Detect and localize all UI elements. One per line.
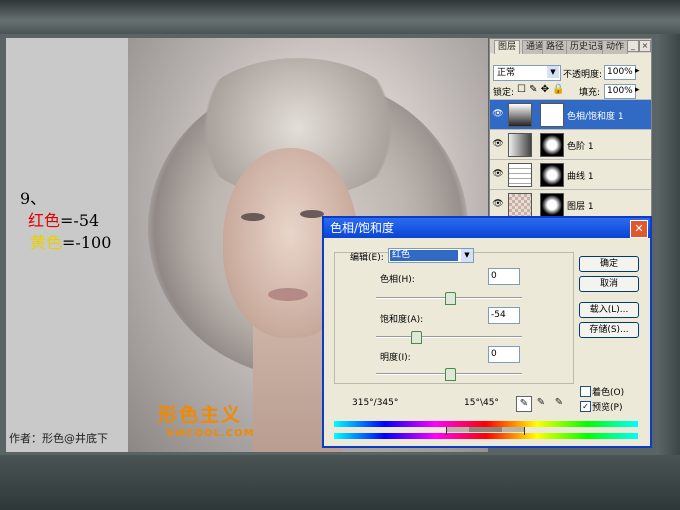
author-credit: 作者：形色@井底下 xyxy=(9,432,108,445)
saturation-input[interactable]: -54 xyxy=(488,307,520,324)
edit-label: 编辑(E): xyxy=(350,253,384,263)
close-icon[interactable]: ✕ xyxy=(630,220,648,238)
load-button[interactable]: 载入(L)... xyxy=(579,302,639,318)
lightness-input[interactable]: 0 xyxy=(488,346,520,363)
frame-top-bar xyxy=(0,0,680,34)
chevron-right-icon[interactable]: ▸ xyxy=(635,85,640,95)
step-number: 9、 xyxy=(20,189,47,208)
red-setting: 红色=-54 xyxy=(20,210,111,232)
frame-bottom-bar xyxy=(0,455,680,510)
fill-label: 填充: xyxy=(579,88,601,98)
range-left-readout: 315°/345° xyxy=(352,398,399,408)
adjustment-thumbnail xyxy=(508,103,532,127)
layer-row-levels[interactable]: 👁 色阶 1 xyxy=(490,129,651,160)
range-slider-center[interactable] xyxy=(469,427,502,432)
watermark-logo: 形色主义 xyxy=(158,404,243,426)
mask-thumbnail xyxy=(540,133,564,157)
opacity-label: 不透明度: xyxy=(563,70,603,80)
chevron-down-icon[interactable]: ▼ xyxy=(461,249,473,262)
lock-label: 锁定: xyxy=(493,88,515,98)
yellow-value: =-100 xyxy=(62,233,112,252)
left-eye-shape xyxy=(241,213,265,221)
dialog-title-bar: 色相/饱和度 xyxy=(324,218,650,238)
close-icon[interactable]: × xyxy=(639,40,651,52)
levels-thumbnail xyxy=(508,133,532,157)
layer-name: 图层 1 xyxy=(567,202,594,212)
dialog-title: 色相/饱和度 xyxy=(330,221,395,235)
range-slider-left-handle[interactable] xyxy=(446,427,447,435)
layer-name: 曲线 1 xyxy=(567,172,594,182)
lock-icons[interactable]: ☐ ✎ ✥ 🔒 xyxy=(517,84,565,95)
eye-icon[interactable]: 👁 xyxy=(492,109,504,119)
chevron-down-icon[interactable]: ▼ xyxy=(547,66,559,78)
hue-label: 色相(H): xyxy=(380,275,415,285)
layer-name: 色相/饱和度 1 xyxy=(567,112,624,122)
tab-layers[interactable]: 图层 xyxy=(494,40,521,54)
cancel-button[interactable]: 取消 xyxy=(579,276,639,292)
blend-mode-value: 正常 xyxy=(497,68,516,78)
preview-checkbox[interactable]: ✓ xyxy=(580,401,591,412)
eyedropper-plus-icon[interactable]: ✎ xyxy=(534,396,548,410)
curves-thumbnail xyxy=(508,163,532,187)
saturation-slider-thumb[interactable] xyxy=(411,331,422,344)
layer-row-hue-saturation[interactable]: 👁 色相/饱和度 1 xyxy=(490,99,651,130)
edit-value: 红色 xyxy=(390,250,458,261)
eye-icon[interactable]: 👁 xyxy=(492,139,504,149)
watermark-site: SWCOOL.COM xyxy=(166,428,255,439)
eyedropper-icon[interactable]: ✎ xyxy=(516,396,532,412)
layer-row-curves[interactable]: 👁 曲线 1 xyxy=(490,159,651,190)
edit-select[interactable]: 红色 ▼ xyxy=(388,248,474,263)
save-button[interactable]: 存储(S)... xyxy=(579,322,639,338)
lock-row: 锁定: ☐ ✎ ✥ 🔒 填充: 100% ▸ xyxy=(493,84,648,100)
mask-thumbnail xyxy=(540,163,564,187)
tab-paths[interactable]: 路径 xyxy=(542,40,569,54)
red-value: =-54 xyxy=(60,211,100,230)
yellow-setting: 黄色=-100 xyxy=(20,232,111,254)
eye-icon[interactable]: 👁 xyxy=(492,169,504,179)
range-right-readout: 15°\45° xyxy=(464,398,499,408)
colorize-label: 着色(O) xyxy=(592,388,625,398)
mask-thumbnail xyxy=(540,193,564,217)
range-slider-right-handle[interactable] xyxy=(524,427,525,435)
layer-name: 色阶 1 xyxy=(567,142,594,152)
lightness-slider-thumb[interactable] xyxy=(445,368,456,381)
tab-actions[interactable]: 动作 xyxy=(602,40,629,54)
yellow-label: 黄色 xyxy=(30,233,63,252)
colorize-checkbox[interactable] xyxy=(580,386,591,397)
preview-label: 预览(P) xyxy=(592,403,623,413)
lips-shape xyxy=(268,288,308,301)
layers-panel: 图层 通道 路径 历史记录 动作 _ × 正常 ▼ 不透明度: 100% ▸ 锁… xyxy=(489,38,652,220)
adjustment-group xyxy=(334,252,574,384)
eyedropper-minus-icon[interactable]: ✎ xyxy=(552,396,566,410)
hue-saturation-dialog: 色相/饱和度 ✕ 编辑(E): 红色 ▼ 色相(H): 0 饱和度(A): -5… xyxy=(322,216,652,448)
chevron-right-icon[interactable]: ▸ xyxy=(635,66,640,76)
saturation-slider-track[interactable] xyxy=(376,336,522,338)
lightness-label: 明度(I): xyxy=(380,353,411,363)
step-caption: 9、 红色=-54 黄色=-100 xyxy=(20,188,111,254)
output-color-bar xyxy=(334,433,638,439)
minimize-icon[interactable]: _ xyxy=(627,40,639,52)
mask-thumbnail xyxy=(540,103,564,127)
opacity-input[interactable]: 100% xyxy=(604,65,636,80)
layer-thumbnail xyxy=(508,193,532,217)
fill-input[interactable]: 100% xyxy=(604,84,636,99)
frame-right-bar xyxy=(656,34,680,455)
right-eye-shape xyxy=(300,210,324,218)
layers-tab-bar: 图层 通道 路径 历史记录 动作 _ × xyxy=(490,39,651,54)
red-label: 红色 xyxy=(28,211,61,230)
eye-icon[interactable]: 👁 xyxy=(492,199,504,209)
ok-button[interactable]: 确定 xyxy=(579,256,639,272)
blend-row: 正常 ▼ 不透明度: 100% ▸ xyxy=(493,65,648,81)
hue-slider-thumb[interactable] xyxy=(445,292,456,305)
hue-input[interactable]: 0 xyxy=(488,268,520,285)
saturation-label: 饱和度(A): xyxy=(380,315,424,325)
